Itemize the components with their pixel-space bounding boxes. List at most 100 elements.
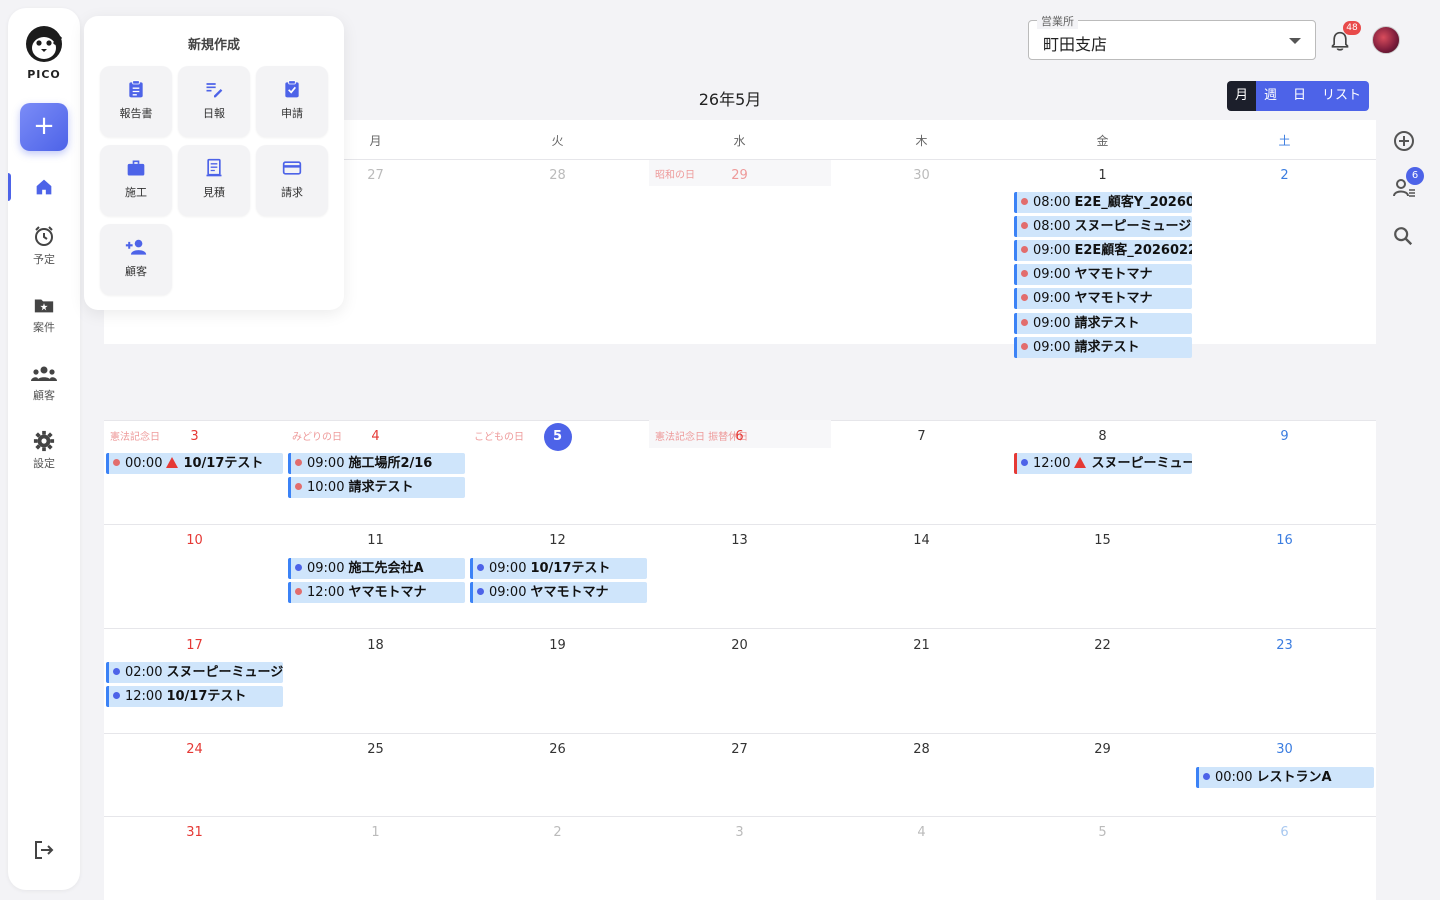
calendar-event[interactable]: 08:00 E2E_顧客Y_20260 — [1014, 192, 1192, 213]
calendar-event[interactable]: 09:00 ヤマモトマナ — [1014, 288, 1192, 309]
day-number[interactable]: 11 — [285, 533, 466, 548]
sidebar-item-settings[interactable]: 設定 — [8, 430, 80, 471]
day-number[interactable]: 27 — [649, 742, 830, 757]
day-number[interactable]: 26 — [467, 742, 648, 757]
day-number[interactable]: 6 — [649, 429, 830, 444]
staff-count-badge: 6 — [1406, 167, 1424, 185]
app-logo[interactable]: PICO — [8, 24, 80, 81]
week-divider — [104, 816, 1376, 817]
day-number[interactable]: 14 — [831, 533, 1012, 548]
calendar-event[interactable]: 00:00 レストランA — [1196, 767, 1374, 788]
day-number[interactable]: 18 — [285, 638, 466, 653]
day-number[interactable]: 25 — [285, 742, 466, 757]
day-number[interactable]: 15 — [1012, 533, 1193, 548]
day-number[interactable]: 30 — [1194, 742, 1375, 757]
day-number[interactable]: 24 — [104, 742, 285, 757]
event-dot — [113, 668, 120, 675]
day-number[interactable]: 2 — [1194, 168, 1375, 183]
day-number[interactable]: 29 — [1012, 742, 1193, 757]
calendar-event[interactable]: 09:00 請求テスト — [1014, 313, 1192, 334]
event-time: 00:00 — [1215, 770, 1253, 785]
calendar-event[interactable]: 09:00 ヤマモトマナ — [1014, 264, 1192, 285]
calendar-event[interactable]: 12:00 10/17テスト — [106, 686, 283, 707]
day-number[interactable]: 22 — [1012, 638, 1193, 653]
create-construction-tile[interactable]: 施工 — [100, 145, 172, 216]
calendar-event[interactable]: 09:00 請求テスト — [1014, 337, 1192, 358]
user-avatar[interactable] — [1372, 26, 1400, 54]
day-number[interactable]: 23 — [1194, 638, 1375, 653]
day-number[interactable]: 21 — [831, 638, 1012, 653]
add-event-button[interactable] — [1392, 129, 1416, 157]
event-title: 請求テスト — [1074, 340, 1140, 355]
day-number[interactable]: 16 — [1194, 533, 1375, 548]
day-number[interactable]: 6 — [1194, 825, 1375, 840]
event-title: ヤマモトマナ — [1074, 291, 1153, 306]
day-number[interactable]: 5 — [1012, 825, 1193, 840]
search-button[interactable] — [1392, 225, 1414, 251]
day-number[interactable]: 13 — [649, 533, 830, 548]
event-dot — [1021, 246, 1028, 253]
day-number[interactable]: 9 — [1194, 429, 1375, 444]
calendar-event[interactable]: 09:00 E2E顧客_2026022 — [1014, 240, 1192, 261]
calendar-event[interactable]: 08:00 スヌーピーミュージア — [1014, 216, 1192, 237]
day-number[interactable]: 31 — [104, 825, 285, 840]
create-report-tile[interactable]: 報告書 — [100, 66, 172, 137]
day-number[interactable]: 28 — [467, 168, 648, 183]
day-number[interactable]: 10 — [104, 533, 285, 548]
create-daily-report-tile[interactable]: 日報 — [178, 66, 250, 137]
day-number[interactable]: 7 — [831, 429, 1012, 444]
day-number[interactable]: 3 — [649, 825, 830, 840]
view-list-button[interactable]: リスト — [1314, 81, 1370, 111]
calendar-event[interactable]: 00:00 10/17テスト — [106, 453, 283, 474]
tile-label: 報告書 — [119, 107, 153, 120]
logout-button[interactable] — [32, 838, 56, 866]
event-title: 請求テスト — [348, 480, 414, 495]
create-application-tile[interactable]: 申請 — [256, 66, 328, 137]
view-month-button[interactable]: 月 — [1227, 81, 1257, 111]
weekday-label: 火 — [551, 134, 564, 148]
branch-select[interactable]: 営業所 町田支店 — [1028, 13, 1316, 60]
search-icon — [1394, 227, 1413, 246]
sidebar-item-label: 案件 — [33, 321, 55, 334]
calendar-event[interactable]: 12:00 スヌーピーミュージ — [1014, 453, 1192, 474]
create-estimate-tile[interactable]: 見積 — [178, 145, 250, 216]
today-marker: 5 — [543, 423, 572, 451]
calendar-event[interactable]: 12:00 ヤマモトマナ — [288, 582, 465, 603]
sidebar-item-customers[interactable]: 顧客 — [8, 364, 80, 403]
day-number[interactable]: 8 — [1012, 429, 1193, 444]
tile-label: 申請 — [281, 107, 303, 120]
view-day-button[interactable]: 日 — [1285, 81, 1315, 111]
create-customer-tile[interactable]: 顧客 — [100, 224, 172, 295]
sidebar-item-home[interactable] — [8, 176, 80, 198]
create-invoice-tile[interactable]: 請求 — [256, 145, 328, 216]
sidebar-item-projects[interactable]: 案件 — [8, 294, 80, 335]
day-number[interactable]: 1 — [1012, 168, 1193, 183]
event-dot — [1021, 319, 1028, 326]
day-number[interactable]: 4 — [831, 825, 1012, 840]
event-dot — [1021, 270, 1028, 277]
calendar-event[interactable]: 09:00 施工先会社A — [288, 558, 465, 579]
day-number[interactable]: 20 — [649, 638, 830, 653]
calendar-event[interactable]: 02:00スヌーピーミュージア — [106, 662, 283, 683]
event-title: スヌーピーミュージア — [1074, 219, 1192, 234]
day-number[interactable]: 30 — [831, 168, 1012, 183]
day-number[interactable]: 1 — [285, 825, 466, 840]
calendar-event[interactable]: 10:00 請求テスト — [288, 477, 465, 498]
create-new-button[interactable]: + — [20, 103, 68, 151]
day-number[interactable]: 3 — [104, 429, 285, 444]
sidebar-item-schedule[interactable]: 予定 — [8, 224, 80, 267]
day-number[interactable]: 29 — [649, 168, 830, 183]
day-number[interactable]: 2 — [467, 825, 648, 840]
view-week-button[interactable]: 週 — [1256, 81, 1286, 111]
day-number[interactable]: 19 — [467, 638, 648, 653]
day-number[interactable]: 28 — [831, 742, 1012, 757]
day-number[interactable]: 4 — [285, 429, 466, 444]
calendar-event[interactable]: 09:00 ヤマモトマナ — [470, 582, 647, 603]
event-dot — [1021, 198, 1028, 205]
day-number-today[interactable]: 5 — [467, 423, 648, 451]
calendar-event[interactable]: 09:00 施工場所2/16 — [288, 453, 465, 474]
day-number[interactable]: 12 — [467, 533, 648, 548]
day-number[interactable]: 17 — [104, 638, 285, 653]
calendar-event[interactable]: 09:00 10/17テスト — [470, 558, 647, 579]
event-dot — [1021, 343, 1028, 350]
